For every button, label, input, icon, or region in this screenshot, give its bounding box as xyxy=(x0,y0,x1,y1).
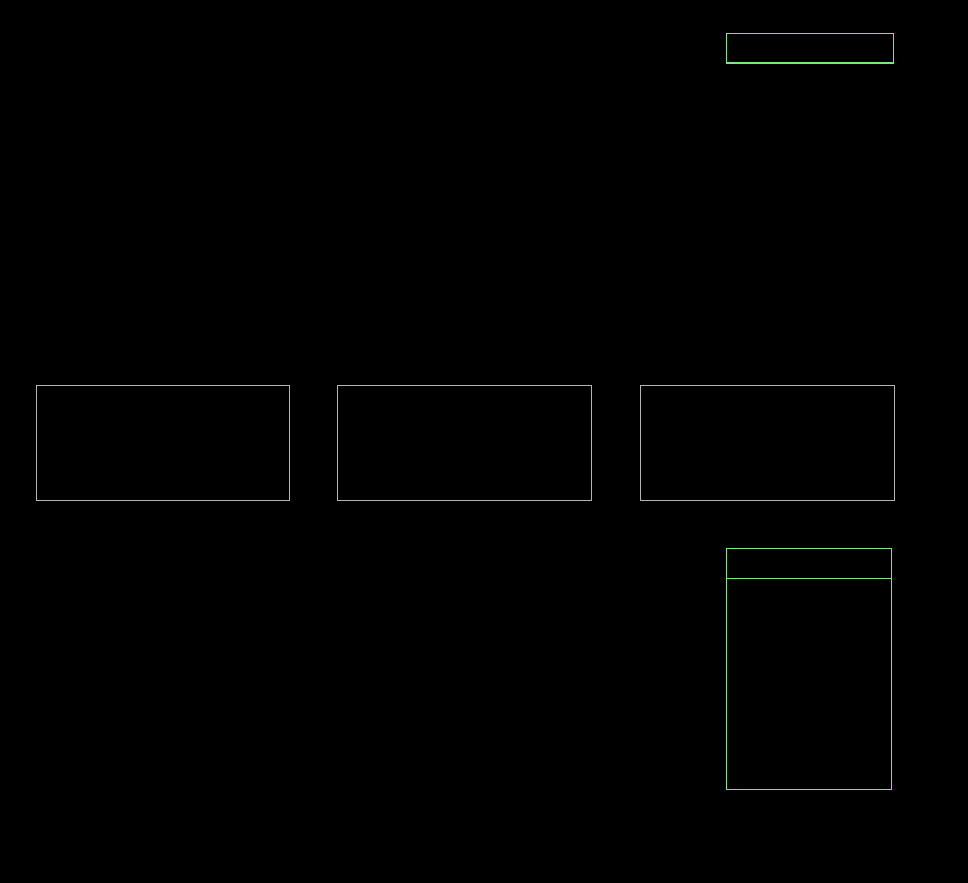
thumbnail-eliminate-reflections xyxy=(337,385,592,501)
thumbnail-original-canvas xyxy=(37,386,289,500)
thumbnail-evidence-f2 xyxy=(640,385,895,501)
ionogram-top-canvas xyxy=(28,28,728,350)
autoscala-table-header xyxy=(727,34,893,63)
autoscala-screen xyxy=(0,0,968,883)
thumbnail-eliminate-canvas xyxy=(338,386,591,500)
ionogram-top-plot xyxy=(28,28,728,350)
ionogram-bottom-plot xyxy=(28,545,728,867)
ionogram-bottom-canvas xyxy=(28,545,728,867)
thumbnail-original-ionogram xyxy=(36,385,290,501)
thumbnail-evidence-canvas xyxy=(641,386,894,500)
aip-output-table xyxy=(726,548,892,790)
aip-table-header xyxy=(727,549,891,579)
autoscala-output-table xyxy=(726,33,894,64)
